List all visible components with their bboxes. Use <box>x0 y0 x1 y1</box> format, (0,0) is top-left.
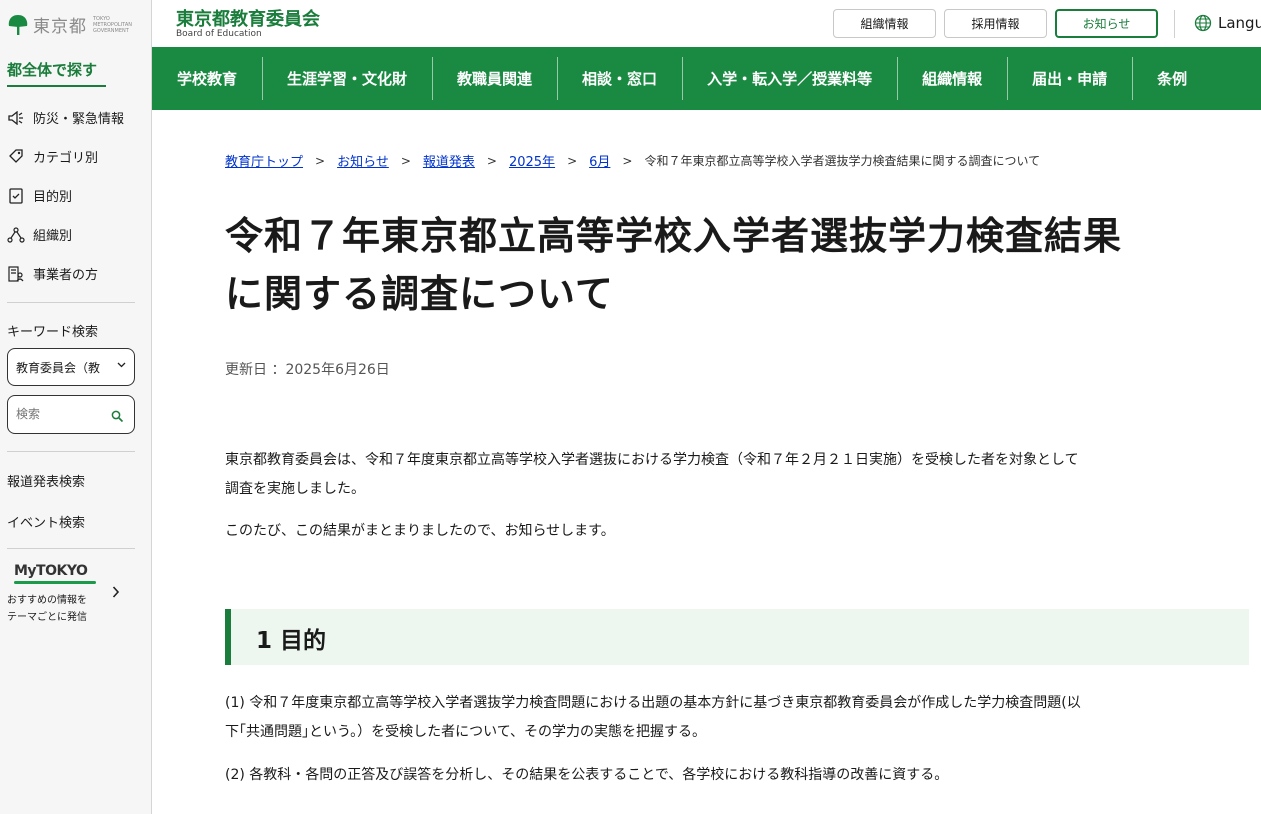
sidebar-item-category[interactable]: カテゴリ別 <box>7 147 98 166</box>
purpose-item-1: (1) 令和７年度東京都立高等学校入学者選抜学力検査問題における出題の基本方針に… <box>225 689 1245 747</box>
mytokyo-desc-line: おすすめの情報を <box>7 595 87 606</box>
intro-paragraph-2: このたび、この結果がまとまりましたので、お知らせします。 <box>225 523 615 539</box>
sidebar-item-label: 事業者の方 <box>33 268 99 283</box>
breadcrumb-link[interactable]: 6月 <box>589 151 610 170</box>
sidebar-item-organization[interactable]: 組織別 <box>7 225 72 244</box>
sidebar-divider <box>7 451 135 452</box>
intro-paragraph: 東京都教育委員会は、令和７年度東京都立高等学校入学者選抜における学力検査（令和７… <box>225 446 1245 504</box>
chevron-right-icon: > <box>486 153 497 168</box>
site-header: 東京都教育委員会 Board of Education 組織情報 採用情報 お知… <box>152 0 1261 47</box>
megaphone-icon <box>7 109 25 127</box>
nav-item-organization[interactable]: 組織情報 <box>897 47 1007 110</box>
header-divider <box>1174 10 1175 38</box>
chevron-down-icon <box>117 360 126 371</box>
nav-item-staff[interactable]: 教職員関連 <box>432 47 557 110</box>
purpose-line: 下｢共通問題｣という。）を受検した者について、その学力の実態を把握する。 <box>225 724 707 740</box>
mytokyo-logo[interactable]: MyTOKYO <box>14 563 88 579</box>
event-search-link[interactable]: イベント検索 <box>7 512 85 531</box>
nav-item-admission[interactable]: 入学・転入学／授業料等 <box>682 47 897 110</box>
nav-item-applications[interactable]: 届出・申請 <box>1007 47 1132 110</box>
sidebar-item-label: カテゴリ別 <box>33 151 99 166</box>
checklist-icon <box>7 187 25 205</box>
intro-line: 調査を実施しました。 <box>225 481 365 497</box>
mytokyo-underline <box>14 581 96 584</box>
site-subtitle: Board of Education <box>176 29 262 39</box>
press-release-search-link[interactable]: 報道発表検索 <box>7 471 85 490</box>
ginkgo-logo-icon <box>7 13 29 37</box>
sidebar-title-underline <box>7 85 106 87</box>
breadcrumb: 教育庁トップ > お知らせ > 報道発表 > 2025年 > 6月 > 令和７年… <box>225 151 1041 171</box>
sidebar-item-emergency[interactable]: 防災・緊急情報 <box>7 108 124 127</box>
breadcrumb-link[interactable]: 教育庁トップ <box>225 151 303 170</box>
breadcrumb-current: 令和７年東京都立高等学校入学者選抜学力検査結果に関する調査について <box>644 154 1041 168</box>
org-info-button[interactable]: 組織情報 <box>833 9 936 38</box>
sidebar-item-label: 目的別 <box>33 190 73 205</box>
sidebar: 東京都 TOKYO METROPOLITAN GOVERNMENT 都全体で探す… <box>0 0 152 814</box>
nav-item-lifelong-learning[interactable]: 生涯学習・文化財 <box>262 47 432 110</box>
search-scope-select[interactable]: 教育委員会（教 <box>7 348 135 386</box>
logo-name: 東京都 <box>33 17 87 37</box>
language-selector[interactable]: Langu <box>1194 14 1261 32</box>
tag-icon <box>7 148 25 166</box>
sidebar-title: 都全体で探す <box>7 61 98 79</box>
sidebar-divider <box>7 302 135 303</box>
updated-date: 更新日 ：2025年6月26日 <box>225 362 390 378</box>
logo-en: TOKYO METROPOLITAN GOVERNMENT <box>93 15 132 34</box>
breadcrumb-link[interactable]: 報道発表 <box>423 151 475 170</box>
language-label: Langu <box>1218 14 1261 32</box>
page-title-line: に関する調査について <box>225 272 614 316</box>
nav-item-school-education[interactable]: 学校教育 <box>152 47 262 110</box>
chevron-right-icon: > <box>567 153 578 168</box>
globe-icon <box>1194 14 1212 32</box>
sidebar-item-purpose[interactable]: 目的別 <box>7 186 72 205</box>
intro-line: 東京都教育委員会は、令和７年度東京都立高等学校入学者選抜における学力検査（令和７… <box>225 452 1079 468</box>
search-field[interactable] <box>7 395 135 434</box>
nav-item-ordinances[interactable]: 条例 <box>1132 47 1212 110</box>
section-heading: 1 目的 <box>225 609 1249 665</box>
search-icon[interactable] <box>111 408 124 423</box>
sidebar-item-label: 防災・緊急情報 <box>33 112 125 127</box>
chevron-right-icon: > <box>622 153 633 168</box>
purpose-line: (1) 令和７年度東京都立高等学校入学者選抜学力検査問題における出題の基本方針に… <box>225 695 1081 711</box>
global-nav: 学校教育 生涯学習・文化財 教職員関連 相談・窓口 入学・転入学／授業料等 組織… <box>152 47 1261 110</box>
breadcrumb-link[interactable]: お知らせ <box>337 151 389 170</box>
sidebar-divider <box>7 548 135 549</box>
nav-item-consultation[interactable]: 相談・窓口 <box>557 47 682 110</box>
recruitment-button[interactable]: 採用情報 <box>944 9 1047 38</box>
news-button[interactable]: お知らせ <box>1055 9 1158 38</box>
business-person-icon <box>7 265 25 283</box>
mytokyo-description[interactable]: おすすめの情報を テーマごとに発信 <box>7 592 87 626</box>
mytokyo-desc-line: テーマごとに発信 <box>7 612 87 623</box>
page-title-line: 令和７年東京都立高等学校入学者選抜学力検査結果 <box>225 214 1123 258</box>
sidebar-item-business[interactable]: 事業者の方 <box>7 264 98 283</box>
org-chart-icon <box>7 226 25 244</box>
site-title[interactable]: 東京都教育委員会 <box>176 5 320 31</box>
purpose-item-2: (2) 各教科・各問の正答及び誤答を分析し、その結果を公表することで、各学校にお… <box>225 767 949 783</box>
sidebar-item-label: 組織別 <box>33 229 73 244</box>
chevron-right-icon[interactable] <box>112 583 120 602</box>
chevron-right-icon: > <box>400 153 411 168</box>
page-title: 令和７年東京都立高等学校入学者選抜学力検査結果 に関する調査について <box>225 207 1245 323</box>
search-scope-value: 教育委員会（教 <box>16 361 101 375</box>
tokyo-logo[interactable]: 東京都 TOKYO METROPOLITAN GOVERNMENT <box>7 12 133 37</box>
keyword-search-label: キーワード検索 <box>7 325 99 340</box>
chevron-right-icon: > <box>315 153 326 168</box>
search-input[interactable] <box>16 407 111 421</box>
section-heading-text: 1 目的 <box>256 628 327 654</box>
breadcrumb-link[interactable]: 2025年 <box>509 151 555 170</box>
